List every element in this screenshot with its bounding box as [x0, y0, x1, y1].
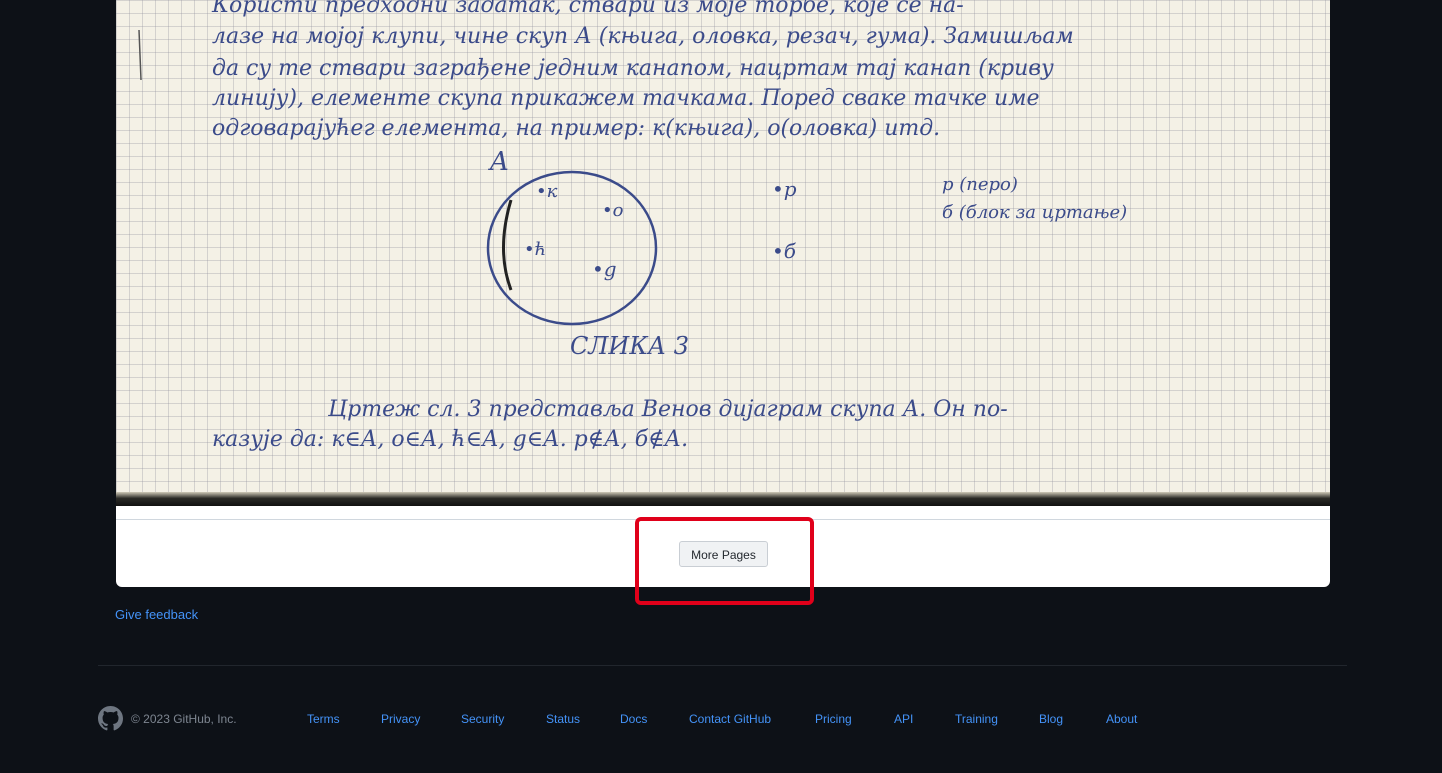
point-k: •к: [536, 181, 558, 202]
note-blok: б (блок за цртање): [942, 202, 1127, 223]
viewer-divider: [116, 519, 1330, 520]
handwriting-line-2: лазе на мојој клупи, чине скуп А (књига,…: [212, 24, 1074, 49]
footer-link-security[interactable]: Security: [461, 712, 504, 726]
venn-circle-shadow: [502, 199, 513, 291]
more-pages-button[interactable]: More Pages: [679, 541, 768, 567]
give-feedback-link[interactable]: Give feedback: [115, 607, 198, 622]
footer-link-api[interactable]: API: [894, 712, 913, 726]
handwriting-line-3: да су те ствари заграђене једним канапом…: [212, 56, 1054, 81]
github-mark-icon[interactable]: [98, 706, 123, 731]
handwriting-paragraph-1: Цртеж сл. 3 представља Венов дијаграм ск…: [327, 397, 1008, 422]
figure-caption: СЛИКА 3: [570, 332, 689, 360]
handwriting-line-4: линију), елементе скупа прикажем тачкама…: [212, 86, 1039, 111]
document-viewer: Користи предходни задатак, ствари из мој…: [116, 0, 1330, 587]
footer-divider: [98, 665, 1347, 666]
handwriting-line-1: Користи предходни задатак, ствари из мој…: [211, 0, 964, 18]
footer-link-pricing[interactable]: Pricing: [815, 712, 852, 726]
point-o: •о: [602, 200, 624, 221]
point-g: •g: [592, 257, 617, 281]
handwriting-line-5: одговарајућег елемента, на пример: к(књи…: [212, 116, 940, 141]
set-label-a: A: [488, 147, 509, 177]
venn-circle: [486, 170, 658, 326]
handwriting-layer: Користи предходни задатак, ствари из мој…: [138, 0, 1127, 452]
site-footer: © 2023 GitHub, Inc. Terms Privacy Securi…: [98, 706, 1347, 732]
copyright-text: © 2023 GitHub, Inc.: [131, 712, 237, 726]
footer-link-training[interactable]: Training: [955, 712, 998, 726]
point-b: •б: [772, 239, 797, 263]
margin-mark: [138, 29, 142, 81]
scan-page-edge: [116, 492, 1330, 506]
footer-link-status[interactable]: Status: [546, 712, 580, 726]
handwriting-paragraph-2: казује да: к∈А, о∈А, ћ∈А, g∈А. p∉А, б∉А.: [212, 427, 688, 452]
note-pero: p (перо): [942, 174, 1018, 195]
point-p: •p: [772, 177, 797, 201]
footer-link-about[interactable]: About: [1106, 712, 1137, 726]
footer-link-contact[interactable]: Contact GitHub: [689, 712, 771, 726]
scanned-page-image: Користи предходни задатак, ствари из мој…: [116, 0, 1330, 506]
footer-link-privacy[interactable]: Privacy: [381, 712, 420, 726]
footer-link-docs[interactable]: Docs: [620, 712, 647, 726]
footer-link-terms[interactable]: Terms: [307, 712, 340, 726]
point-r: •ћ: [524, 239, 546, 260]
footer-link-blog[interactable]: Blog: [1039, 712, 1063, 726]
